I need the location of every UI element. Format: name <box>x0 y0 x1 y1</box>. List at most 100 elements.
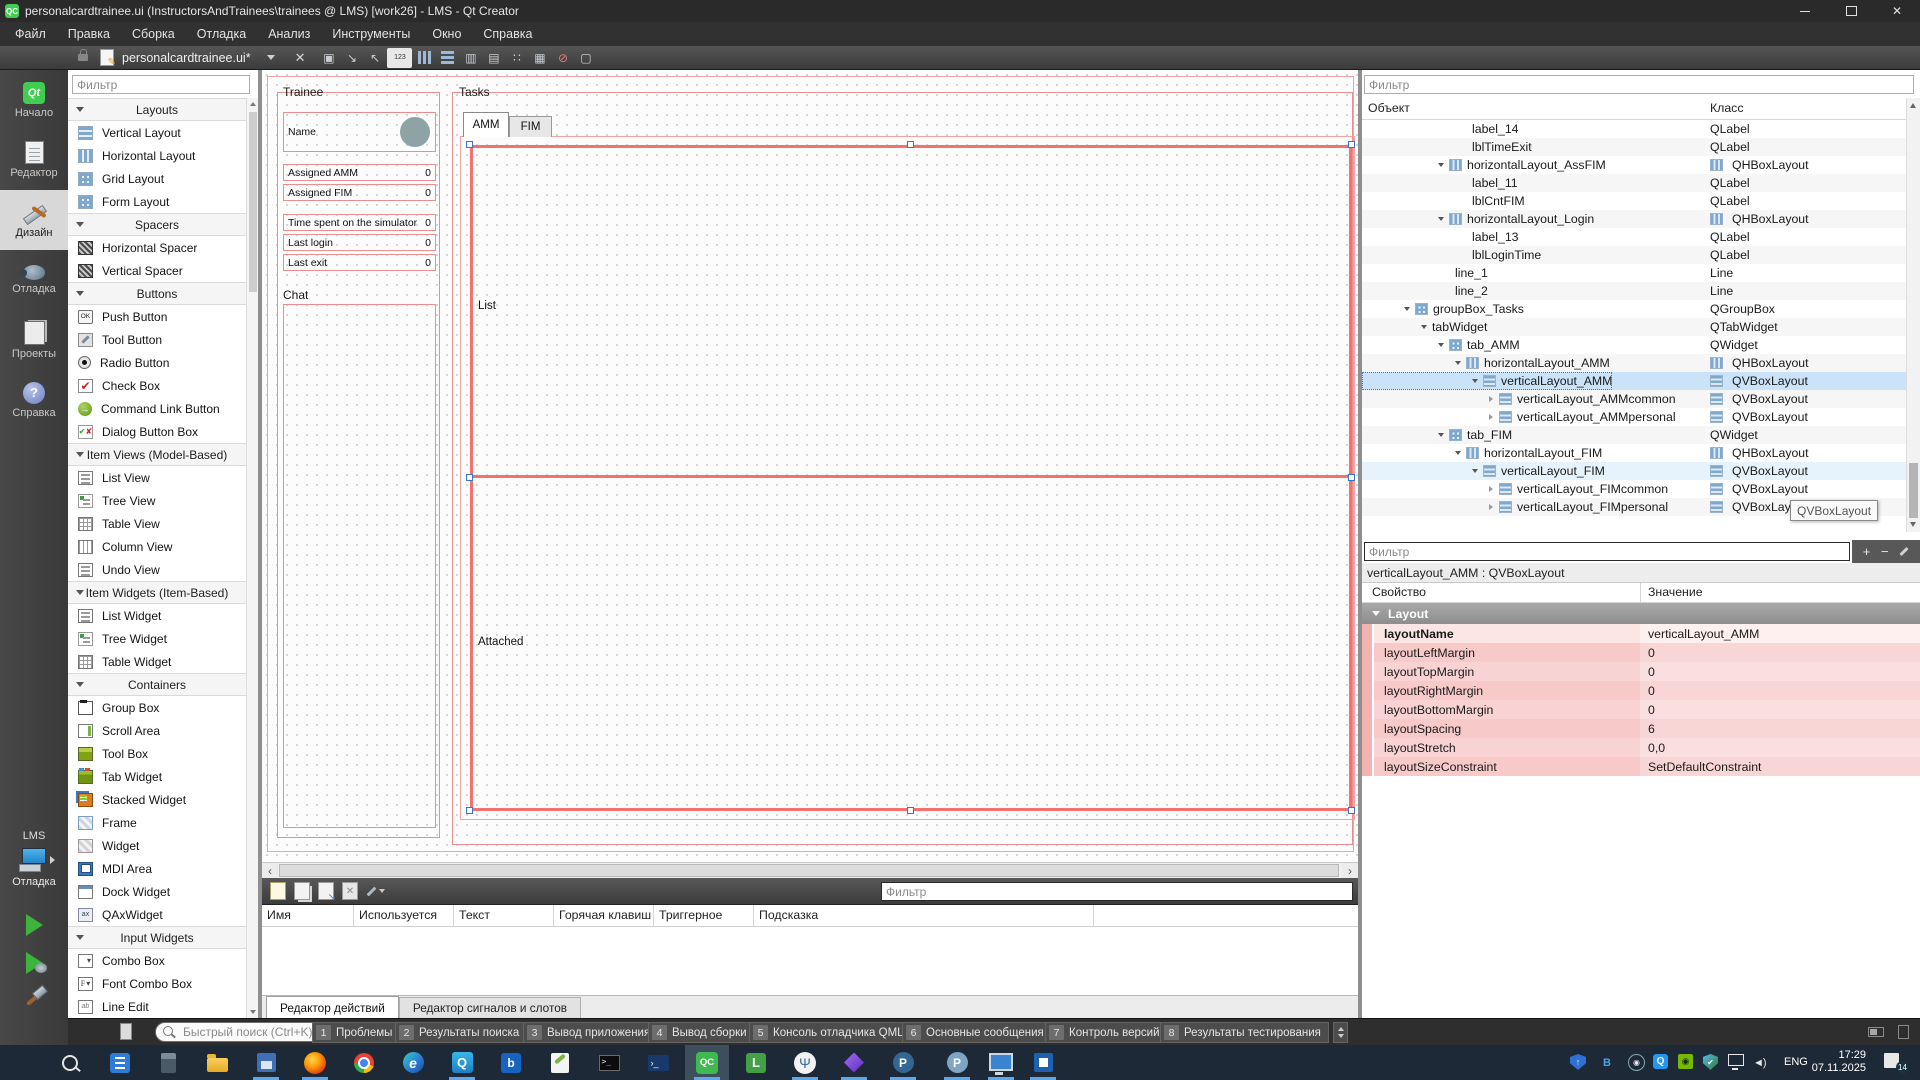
chevron-right-icon[interactable] <box>1489 504 1493 510</box>
widget-item-widget[interactable]: Widget <box>68 834 246 857</box>
new-action-icon[interactable] <box>270 882 286 900</box>
widget-item-scroll-area[interactable]: Scroll Area <box>68 719 246 742</box>
notification-center-button[interactable]: 14 <box>1884 1053 1906 1071</box>
scroll-right-icon[interactable]: › <box>1342 863 1358 878</box>
selection-handle[interactable] <box>466 141 473 148</box>
form-editor-canvas[interactable]: Trainee Name Assigned AMM0Assigned FIM0T… <box>262 70 1358 862</box>
trainee-field-5[interactable]: Last exit0 <box>283 254 436 271</box>
edit-signals-icon[interactable]: ↘ <box>341 49 362 67</box>
menu-Сборка[interactable]: Сборка <box>121 24 186 44</box>
taskbar-file-explorer-icon[interactable] <box>204 1049 230 1076</box>
widgetbox-section-Input Widgets[interactable]: Input Widgets <box>68 926 246 949</box>
taskbar-blue-app-icon[interactable] <box>1030 1049 1056 1076</box>
widget-item-horizontal-spacer[interactable]: Horizontal Spacer <box>68 236 246 259</box>
property-value[interactable]: 6 <box>1640 719 1920 738</box>
configure-icon[interactable] <box>366 883 385 899</box>
tree-row-horizontalLayout_Login[interactable]: horizontalLayout_LoginQHBoxLayout <box>1362 210 1906 228</box>
close-document-icon[interactable]: ✕ <box>295 50 306 66</box>
trainee-field-3[interactable]: Time spent on the simulator0 <box>283 214 436 231</box>
copy-action-icon[interactable] <box>294 882 310 900</box>
break-layout-icon[interactable]: ⊘ <box>552 49 573 67</box>
selection-handle[interactable] <box>907 807 914 814</box>
widget-item-list-widget[interactable]: List Widget <box>68 604 246 627</box>
menu-Анализ[interactable]: Анализ <box>257 24 321 44</box>
output-pane-Основные сообщения[interactable]: 6Основные сообщения <box>902 1022 1052 1043</box>
selection-handle[interactable] <box>1348 807 1355 814</box>
tree-row-line_2[interactable]: line_2Line <box>1362 282 1906 300</box>
widget-item-line-edit[interactable]: Line Edit <box>68 995 246 1018</box>
widgetbox-section-Containers[interactable]: Containers <box>68 673 246 696</box>
tree-row-verticalLayout_AMMpersonal[interactable]: verticalLayout_AMMpersonalQVBoxLayout <box>1362 408 1906 426</box>
chevron-right-icon[interactable] <box>1489 486 1493 492</box>
menu-Инструменты[interactable]: Инструменты <box>321 24 421 44</box>
widget-item-vertical-layout[interactable]: Vertical Layout <box>68 121 246 144</box>
chevron-down-icon[interactable] <box>1472 379 1478 383</box>
widget-item-push-button[interactable]: Push Button <box>68 305 246 328</box>
tab-amm[interactable]: AMM <box>463 112 509 137</box>
menu-Правка[interactable]: Правка <box>57 24 121 44</box>
property-value[interactable]: SetDefaultConstraint <box>1640 757 1920 776</box>
tree-row-verticalLayout_FIM[interactable]: verticalLayout_FIMQVBoxLayout <box>1362 462 1906 480</box>
widget-item-vertical-spacer[interactable]: Vertical Spacer <box>68 259 246 282</box>
action-filter-input[interactable] <box>881 882 1353 901</box>
chevron-down-icon[interactable] <box>1455 451 1461 455</box>
chevron-down-icon[interactable] <box>1438 217 1444 221</box>
chevron-down-icon[interactable] <box>1472 469 1478 473</box>
taskbar-search-icon[interactable] <box>57 1049 83 1076</box>
widget-item-dialog-button-box[interactable]: Dialog Button Box <box>68 420 246 443</box>
menu-Отладка[interactable]: Отладка <box>186 24 257 44</box>
inspector-scrollbar[interactable] <box>1906 98 1920 532</box>
taskbar-floppy-app-icon[interactable] <box>253 1049 279 1076</box>
widget-item-column-view[interactable]: Column View <box>68 535 246 558</box>
tray-q-icon[interactable] <box>1653 1054 1668 1069</box>
chevron-down-icon[interactable] <box>1438 163 1444 167</box>
tree-row-label_14[interactable]: label_14QLabel <box>1362 120 1906 138</box>
tree-row-horizontalLayout_FIM[interactable]: horizontalLayout_FIMQHBoxLayout <box>1362 444 1906 462</box>
close-button[interactable]: ✕ <box>1874 0 1920 22</box>
layout-vertical-icon[interactable] <box>437 49 458 67</box>
chevron-right-icon[interactable] <box>1489 414 1493 420</box>
property-row-layoutSpacing[interactable]: layoutSpacing6 <box>1362 719 1920 738</box>
taskbar-utility-app-icon[interactable] <box>792 1049 818 1076</box>
adjust-size-icon[interactable]: ▢ <box>575 49 596 67</box>
taskbar-terminal-icon[interactable] <box>596 1049 622 1076</box>
output-pane-Вывод приложения[interactable]: 3Вывод приложения <box>523 1022 658 1043</box>
widget-item-group-box[interactable]: Group Box <box>68 696 246 719</box>
maximize-button[interactable] <box>1828 0 1874 22</box>
tree-row-label_13[interactable]: label_13QLabel <box>1362 228 1906 246</box>
selection-handle[interactable] <box>1348 141 1355 148</box>
widget-item-tree-view[interactable]: Tree View <box>68 489 246 512</box>
widget-item-frame[interactable]: Frame <box>68 811 246 834</box>
taskbar-postgres-light-icon[interactable] <box>944 1049 970 1076</box>
property-filter-input[interactable] <box>1364 542 1850 561</box>
tree-row-groupBox_Tasks[interactable]: groupBox_TasksQGroupBox <box>1362 300 1906 318</box>
widget-item-font-combo-box[interactable]: Font Combo Box <box>68 972 246 995</box>
trainee-field-4[interactable]: Last login0 <box>283 234 436 251</box>
widget-item-list-view[interactable]: List View <box>68 466 246 489</box>
edit-widgets-icon[interactable]: ▣ <box>318 49 339 67</box>
property-value[interactable]: 0,0 <box>1640 738 1920 757</box>
edit-buddies-icon[interactable]: ↖ <box>364 49 385 67</box>
property-row-layoutTopMargin[interactable]: layoutTopMargin0 <box>1362 662 1920 681</box>
widgetbox-section-Item Views (Model-Based)[interactable]: Item Views (Model-Based) <box>68 443 246 466</box>
output-pane-Результаты тестирования[interactable]: 8Результаты тестирования <box>1160 1022 1329 1043</box>
layout-amm-personal-rect[interactable] <box>470 475 1352 811</box>
edit-action-icon[interactable] <box>318 882 334 900</box>
output-pane-Проблемы[interactable]: 1Проблемы <box>312 1022 400 1043</box>
scrollbar-thumb[interactable] <box>249 112 257 292</box>
mode-Редактор[interactable]: Редактор <box>0 130 68 190</box>
property-row-layoutBottomMargin[interactable]: layoutBottomMargin0 <box>1362 700 1920 719</box>
document-dropdown-icon[interactable] <box>267 55 275 60</box>
chevron-down-icon[interactable] <box>1438 433 1444 437</box>
taskbar-calculator-icon[interactable] <box>155 1049 181 1076</box>
build-button[interactable] <box>21 986 47 1014</box>
nvidia-icon[interactable] <box>1678 1054 1693 1069</box>
widget-item-tab-widget[interactable]: Tab Widget <box>68 765 246 788</box>
widget-item-form-layout[interactable]: Form Layout <box>68 190 246 213</box>
tree-row-tabWidget[interactable]: tabWidgetQTabWidget <box>1362 318 1906 336</box>
delete-action-icon[interactable] <box>342 882 358 900</box>
property-row-layoutLeftMargin[interactable]: layoutLeftMargin0 <box>1362 643 1920 662</box>
menu-Файл[interactable]: Файл <box>4 24 57 44</box>
widgetbox-section-Spacers[interactable]: Spacers <box>68 213 246 236</box>
widget-item-check-box[interactable]: Check Box <box>68 374 246 397</box>
